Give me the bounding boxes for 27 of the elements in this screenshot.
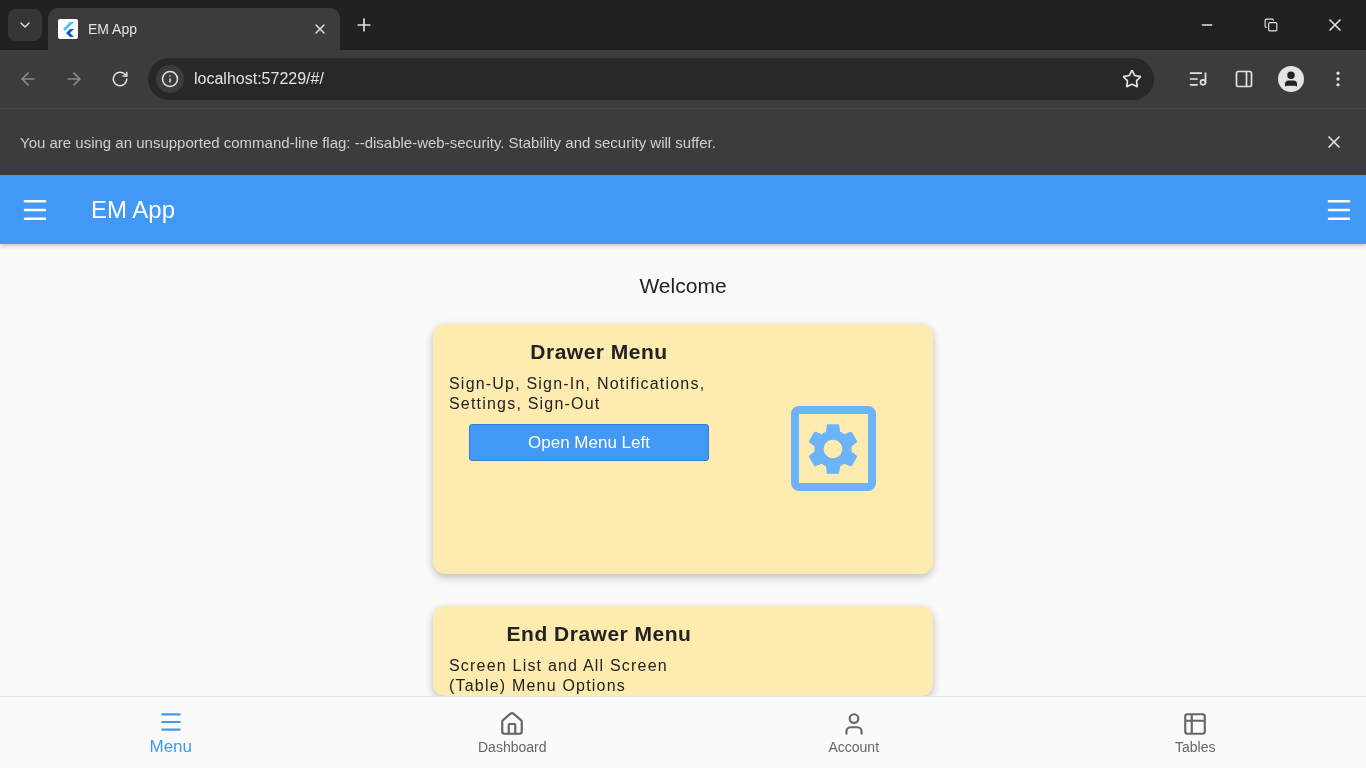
card-title: Drawer Menu	[529, 340, 669, 364]
warning-message: You are using an unsupported command-line flag: --disable-web-security. Stability and security will suffer.	[20, 133, 717, 151]
card-description: Sign-Up, Sign-In, Notifications, Settings, Sign-Out	[449, 374, 707, 414]
nav-item[interactable]: Account	[683, 697, 1025, 768]
card-description: Screen List and All Screen (Table) Menu Options	[449, 656, 669, 696]
nav-item[interactable]: Dashboard	[341, 697, 683, 768]
welcome-heading: Welcome	[639, 274, 727, 298]
info-icon	[161, 70, 179, 88]
card-title: End Drawer Menu	[505, 622, 693, 646]
app-logo-icon	[58, 19, 78, 39]
media-icon[interactable]	[1188, 69, 1208, 89]
nav-item[interactable]: Tables	[1024, 697, 1366, 768]
browser-tab[interactable]: EM App	[48, 8, 340, 50]
info-button[interactable]	[156, 65, 184, 93]
table-icon	[1182, 710, 1209, 737]
reload-icon[interactable]	[111, 70, 129, 88]
profile-icon	[1282, 70, 1300, 88]
settings-icon	[790, 406, 876, 491]
profile-button[interactable]	[1278, 66, 1304, 92]
tab-search-button[interactable]	[8, 9, 42, 41]
side-panel-icon[interactable]	[1234, 69, 1254, 89]
restore-icon[interactable]	[1264, 18, 1278, 32]
tab-title: EM App	[88, 21, 139, 37]
home-icon	[499, 710, 526, 737]
open-menu-button[interactable]: Open Menu Left	[469, 424, 709, 461]
star-icon[interactable]	[1122, 69, 1142, 89]
app-title: EM App	[91, 195, 177, 224]
